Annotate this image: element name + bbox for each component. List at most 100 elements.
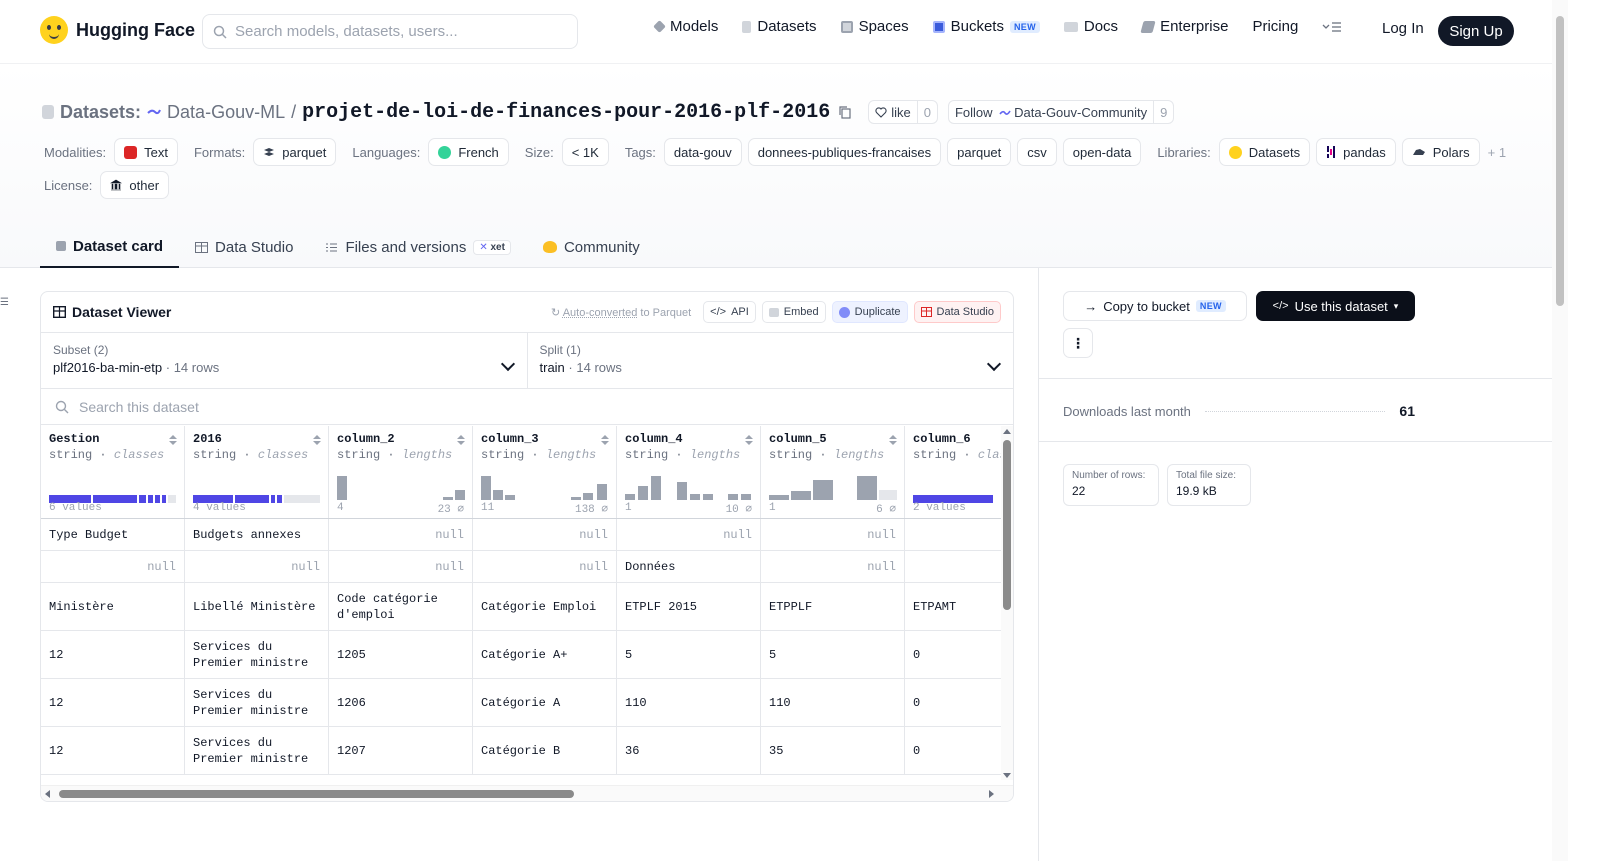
page-scroll-thumb[interactable] [1556,16,1564,306]
column-header[interactable]: 2016 string · classes 4 values [185,426,329,518]
scroll-up-icon[interactable] [1003,429,1011,434]
nav-datasets[interactable]: Datasets [742,18,817,35]
auto-converted-link[interactable]: Auto-converted [563,307,638,319]
table-horizontal-scrollbar[interactable] [41,785,1013,801]
column-header[interactable]: column_4 string · lengths 1 10 ⌀ [617,426,761,518]
table-cell-null[interactable]: null [185,551,329,582]
tag-donnees-publiques[interactable]: donnees-publiques-francaises [747,138,942,166]
histogram-bar[interactable] [583,493,593,500]
table-cell[interactable]: 110 [761,679,905,726]
histogram-bar[interactable] [505,495,515,500]
table-cell[interactable]: Services du Premier ministre [185,679,329,726]
histogram-bar[interactable] [571,497,581,500]
tag-data-gouv[interactable]: data-gouv [663,138,742,166]
table-cell[interactable]: 12 [41,727,185,774]
global-search-input[interactable]: Search models, datasets, users... [202,14,578,49]
scroll-thumb[interactable] [59,790,574,798]
nav-models[interactable]: Models [653,18,718,35]
tag-library-pandas[interactable]: pandas [1316,138,1396,166]
length-histogram[interactable] [337,470,465,500]
tab-community[interactable]: Community [527,226,656,268]
histogram-bar[interactable] [493,490,503,500]
table-cell[interactable]: Catégorie A [473,679,617,726]
tag-license-other[interactable]: other [100,171,170,199]
table-cell[interactable]: Services du Premier ministre [185,631,329,678]
column-header[interactable]: column_3 string · lengths 11 138 ⌀ [473,426,617,518]
table-cell[interactable]: 0 [905,727,1001,774]
histogram-bar[interactable] [625,494,635,500]
table-cell[interactable]: Services du Premier ministre [185,727,329,774]
table-cell-null[interactable]: null [329,551,473,582]
embed-button[interactable]: Embed [761,301,826,323]
signup-button[interactable]: Sign Up [1438,16,1514,46]
org-link[interactable]: Data-Gouv-ML [167,102,285,123]
table-cell-null[interactable]: null [473,551,617,582]
table-cell[interactable]: 5 [761,631,905,678]
table-cell[interactable]: Ministère [41,583,185,630]
histogram-bar[interactable] [638,486,648,500]
split-select[interactable]: Split (1) train · 14 rows [526,333,1014,388]
table-cell-null[interactable]: null [41,551,185,582]
table-cell-null[interactable]: null [473,519,617,550]
copy-to-bucket-button[interactable]: → Copy to bucket NEW [1063,291,1247,321]
table-cell[interactable]: ETPPLF [761,583,905,630]
length-histogram[interactable] [769,470,897,500]
tag-library-polars[interactable]: Polars [1401,138,1480,166]
histogram-bar[interactable] [728,494,738,500]
scroll-right-icon[interactable] [989,790,994,798]
table-cell[interactable] [905,551,1001,582]
histogram-bar[interactable] [813,480,833,500]
nav-enterprise[interactable]: Enterprise [1140,18,1228,35]
home-logo-link[interactable]: Hugging Face [40,16,195,44]
table-cell[interactable]: Libellé Ministère [185,583,329,630]
sort-icon[interactable] [889,435,897,445]
tag-modality-text[interactable]: Text [114,138,178,166]
table-cell[interactable] [905,519,1001,550]
length-histogram[interactable] [481,470,608,500]
column-header[interactable]: column_5 string · lengths 1 6 ⌀ [761,426,905,518]
scroll-left-icon[interactable] [45,790,50,798]
tag-library-datasets[interactable]: Datasets [1218,138,1311,166]
tag-csv[interactable]: csv [1017,138,1057,166]
sort-icon[interactable] [313,435,321,445]
sort-icon[interactable] [601,435,609,445]
table-cell-null[interactable]: null [761,519,905,550]
more-options-button[interactable]: ⋮ [1063,328,1093,358]
dataset-search-input[interactable]: Search this dataset [41,389,1013,425]
histogram-bar[interactable] [443,497,453,500]
histogram-bar[interactable] [597,484,607,500]
login-link[interactable]: Log In [1382,20,1424,37]
table-cell-null[interactable]: null [761,551,905,582]
api-button[interactable]: </> API [703,301,756,323]
column-header[interactable]: column_2 string · lengths 4 23 ⌀ [329,426,473,518]
use-this-dataset-button[interactable]: </> Use this dataset ▾ [1256,291,1415,321]
table-row[interactable]: Ministère Libellé Ministère Code catégorie… [41,583,1001,631]
table-cell[interactable]: Budgets annexes [185,519,329,550]
copy-icon[interactable] [838,105,852,119]
tab-files-and-versions[interactable]: Files and versions ✕ xet [309,226,527,268]
table-cell[interactable]: 12 [41,679,185,726]
tab-dataset-card[interactable]: Dataset card [40,226,180,268]
histogram-bar[interactable] [741,494,751,500]
histogram-bar[interactable] [677,482,687,500]
table-row[interactable]: null null null null Données null [41,551,1001,583]
table-cell[interactable]: Type Budget [41,519,185,550]
table-cell[interactable]: 1207 [329,727,473,774]
duplicate-button[interactable]: Duplicate [831,301,908,323]
sort-icon[interactable] [169,435,177,445]
histogram-bar[interactable] [791,491,811,500]
table-cell[interactable]: Catégorie B [473,727,617,774]
table-cell-null[interactable]: null [329,519,473,550]
table-row[interactable]: Type Budget Budgets annexes null null null nu… [41,519,1001,551]
data-studio-button[interactable]: Data Studio [913,301,1001,323]
table-cell[interactable]: 1205 [329,631,473,678]
histogram-bar[interactable] [857,476,877,500]
tag-language-french[interactable]: French [428,138,509,166]
table-cell[interactable]: 5 [617,631,761,678]
tag-format-parquet[interactable]: parquet [253,138,337,166]
tag-open-data[interactable]: open-data [1062,138,1142,166]
nav-more-menu[interactable] [1322,21,1342,33]
follow-button[interactable]: Follow Data-Gouv-Community 9 [947,100,1175,124]
table-cell[interactable]: ETPAMT [905,583,1001,630]
scroll-down-icon[interactable] [1003,773,1011,778]
